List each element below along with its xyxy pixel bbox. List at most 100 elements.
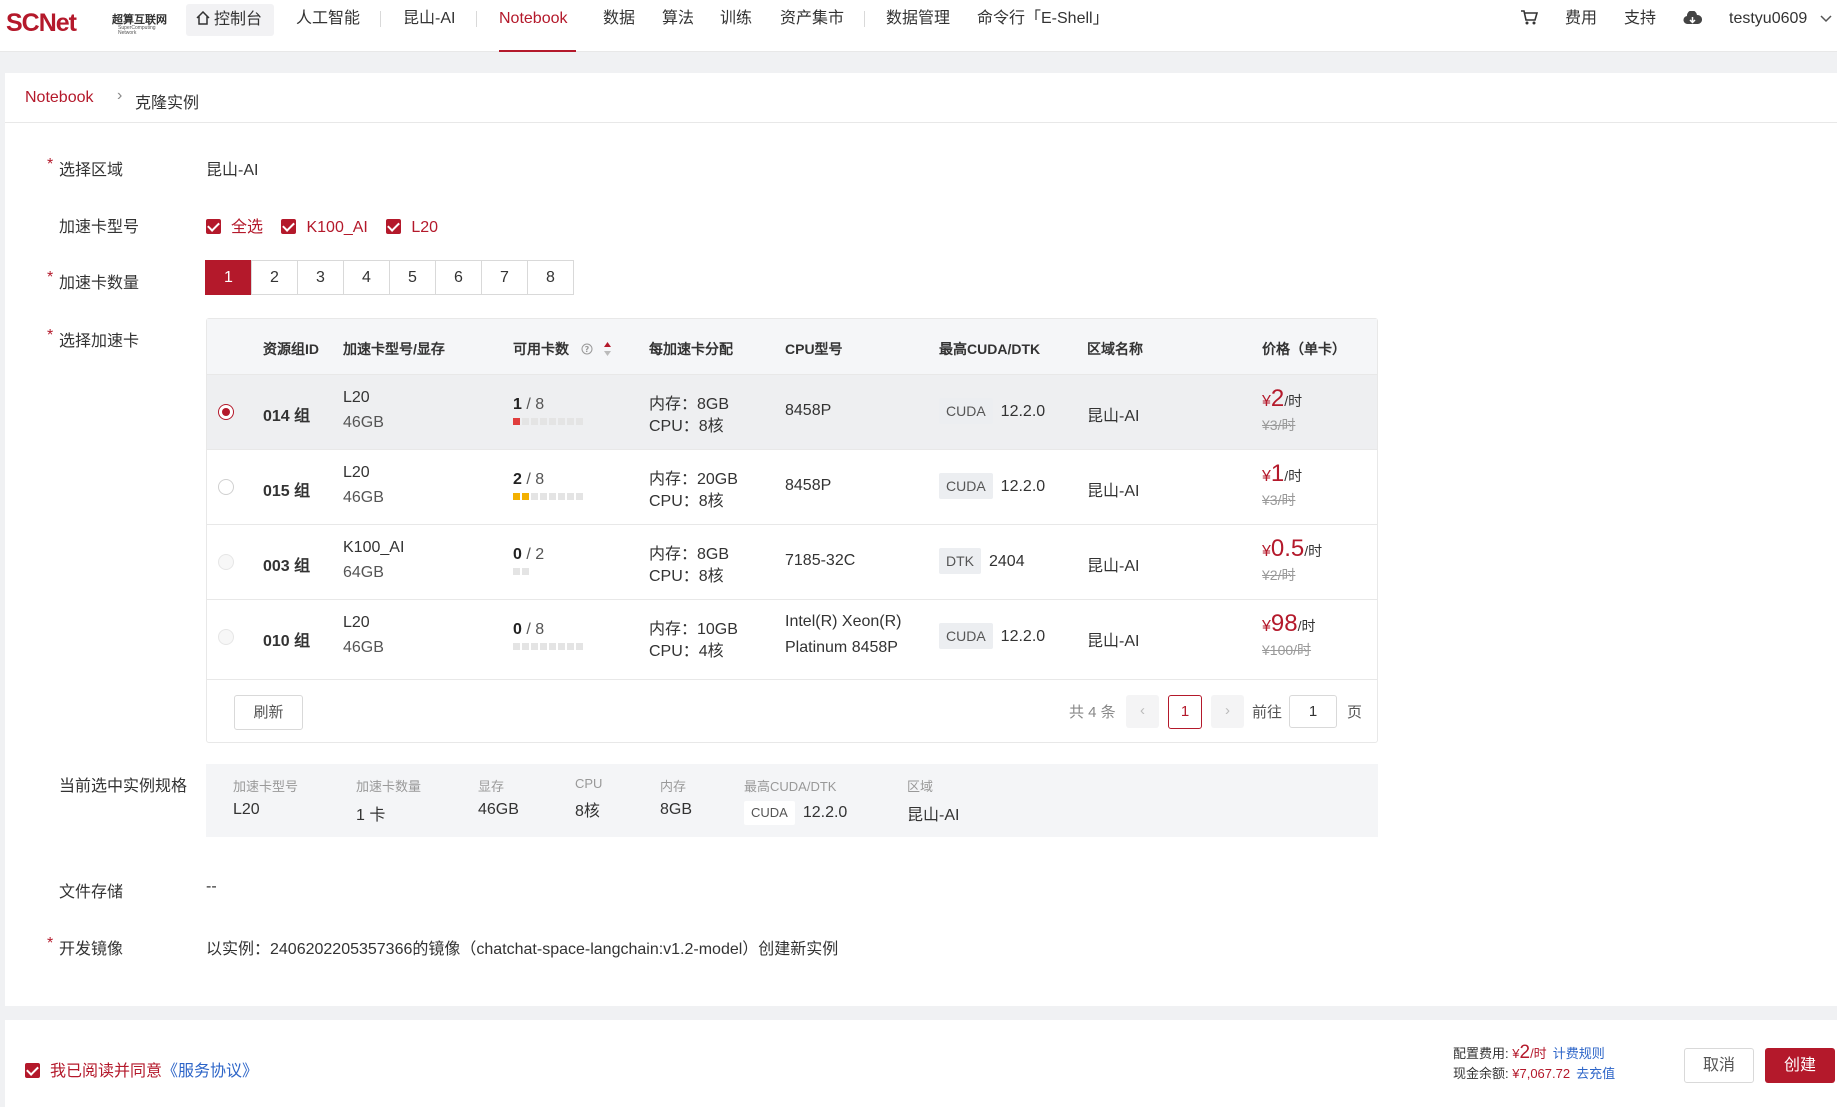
cpu-model: 8458P (785, 402, 832, 419)
availability-bar (513, 643, 583, 650)
card-model: L20 (343, 389, 370, 406)
card-count-option[interactable]: 2 (251, 260, 298, 295)
original-price: ¥100/时 (1262, 642, 1312, 658)
refresh-button[interactable]: 刷新 (234, 695, 303, 730)
nav-eshell[interactable]: 命令行「E-Shell」 (977, 0, 1109, 52)
group-id: 010 组 (263, 633, 311, 650)
spec-label: 当前选中实例规格 (59, 778, 188, 795)
scnet-logo[interactable]: SCNet 超算互联网 SuperComputing Network (6, 6, 171, 37)
th-available[interactable]: 可用卡数 ? (513, 339, 612, 359)
checkbox-k100-ai[interactable]: K100_AI (281, 219, 381, 236)
radio-disabled (218, 629, 234, 645)
storage-label: 文件存储 (59, 884, 124, 901)
card-count-option[interactable]: 6 (435, 260, 482, 295)
nav-training[interactable]: 训练 (720, 0, 752, 52)
nav-asset-market[interactable]: 资产集市 (780, 0, 844, 52)
pager-total: 共 4 条 (1069, 704, 1116, 721)
table-row: 010 组 L20 46GB 0 / 8 内存：10GB CPU：4核 Inte… (207, 599, 1377, 674)
checkbox-select-all[interactable]: 全选 (206, 219, 277, 236)
region-name: 昆山-AI (1087, 558, 1140, 575)
card-type-options: 全选 K100_AI L20 (206, 213, 452, 237)
nav-algorithm[interactable]: 算法 (662, 0, 694, 52)
nav-divider (476, 11, 477, 27)
available-count: 0 / 8 (513, 621, 583, 650)
pager-current-page[interactable]: 1 (1168, 695, 1202, 729)
group-id: 003 组 (263, 558, 311, 575)
group-id: 014 组 (263, 408, 311, 425)
original-price: ¥3/时 (1262, 492, 1296, 508)
alloc-cpu: CPU：8核 (649, 493, 724, 510)
dtk-tag: DTK (939, 548, 981, 574)
select-card-label: * 选择加速卡 (47, 327, 140, 350)
breadcrumb-notebook[interactable]: Notebook (25, 89, 94, 107)
checkbox-l20[interactable]: L20 (386, 219, 452, 236)
cloud-download-icon[interactable] (1683, 0, 1703, 52)
resource-table: 资源组ID 加速卡型号/显存 可用卡数 ? 每加速卡分配 CPU型号 最高CUD… (206, 318, 1378, 743)
create-button[interactable]: 创建 (1765, 1048, 1835, 1083)
sort-icon (603, 342, 611, 356)
cuda-tag: CUDA (939, 473, 993, 499)
radio-unselected[interactable] (218, 479, 234, 495)
nav-kunshan-ai[interactable]: 昆山-AI (403, 0, 455, 52)
table-row[interactable]: 014 组 L20 46GB 1 / 8 内存：8GB CPU：8核 8458P… (207, 374, 1377, 449)
th-cpu-model: CPU型号 (785, 341, 843, 357)
card-memory: 46GB (343, 639, 384, 656)
image-label: * 开发镜像 (47, 935, 124, 958)
radio-selected[interactable] (218, 404, 234, 420)
logo-text: SCNet (6, 9, 77, 37)
spec-card-model: 加速卡型号 L20 (233, 779, 299, 818)
card-count-option[interactable]: 3 (297, 260, 344, 295)
nav-data-management[interactable]: 数据管理 (886, 0, 950, 52)
available-count: 0 / 2 (513, 546, 544, 575)
home-icon (196, 10, 210, 25)
card-count-option[interactable]: 8 (527, 260, 574, 295)
availability-bar (513, 568, 544, 575)
nav-notebook[interactable]: Notebook (499, 0, 576, 52)
cuda-tag: CUDA (939, 623, 993, 649)
cpu-model-line2: Platinum 8458P (785, 639, 898, 656)
card-count-option[interactable]: 7 (481, 260, 528, 295)
th-price: 价格（单卡） (1262, 341, 1346, 357)
th-allocation: 每加速卡分配 (649, 341, 733, 357)
card-count-option[interactable]: 1 (205, 260, 252, 295)
cuda-version: CUDA 12.2.0 (939, 623, 1045, 649)
card-memory: 46GB (343, 489, 384, 506)
nav-home-console[interactable]: 控制台 (186, 4, 274, 36)
table-footer: 刷新 共 4 条 ‹ 1 › 前往 页 (207, 679, 1377, 743)
pager-prev-icon[interactable]: ‹ (1126, 695, 1159, 728)
nav-ai[interactable]: 人工智能 (296, 0, 360, 52)
alloc-memory: 内存：8GB (649, 546, 730, 563)
price: ¥2/时 ¥3/时 (1262, 385, 1303, 433)
card-count-option[interactable]: 4 (343, 260, 390, 295)
nav-support[interactable]: 支持 (1624, 0, 1656, 52)
billing-rules-link[interactable]: 计费规则 (1553, 1046, 1605, 1061)
checkbox-checked-icon (281, 219, 297, 234)
storage-value: -- (206, 878, 217, 895)
table-row[interactable]: 015 组 L20 46GB 2 / 8 内存：20GB CPU：8核 8458… (207, 449, 1377, 524)
nav-divider (380, 11, 381, 27)
user-menu[interactable]: testyu0609 (1729, 0, 1832, 52)
nav-data[interactable]: 数据 (603, 0, 635, 52)
pager-page-label: 页 (1347, 704, 1363, 721)
available-count: 1 / 8 (513, 396, 583, 425)
svg-text:?: ? (585, 345, 590, 354)
cuda-version: CUDA 12.2.0 (939, 398, 1045, 424)
recharge-link[interactable]: 去充值 (1576, 1066, 1615, 1081)
bottom-bar: 我已阅读并同意《服务协议》 配置费用: ¥2/时 计费规则 现金余额: ¥7,06… (5, 1020, 1837, 1107)
th-region: 区域名称 (1087, 341, 1143, 357)
cancel-button[interactable]: 取消 (1684, 1048, 1754, 1083)
card-count-option[interactable]: 5 (389, 260, 436, 295)
card-model: L20 (343, 464, 370, 481)
cart-icon[interactable] (1521, 0, 1539, 52)
service-agreement-link[interactable]: 《服务协议》 (162, 1063, 258, 1080)
pager-next-icon[interactable]: › (1211, 695, 1244, 728)
spec-memory: 内存 8GB (660, 779, 693, 818)
balance-value: ¥7,067.72 (1512, 1066, 1571, 1081)
chevron-down-icon (1820, 15, 1832, 23)
agreement-checkbox[interactable]: 我已阅读并同意《服务协议》 (25, 1057, 258, 1081)
nav-fee[interactable]: 费用 (1565, 0, 1597, 52)
pager-goto-input[interactable] (1289, 695, 1337, 728)
availability-bar (513, 418, 583, 425)
alloc-cpu: CPU：8核 (649, 418, 724, 435)
logo-en: SuperComputing Network (118, 25, 156, 36)
